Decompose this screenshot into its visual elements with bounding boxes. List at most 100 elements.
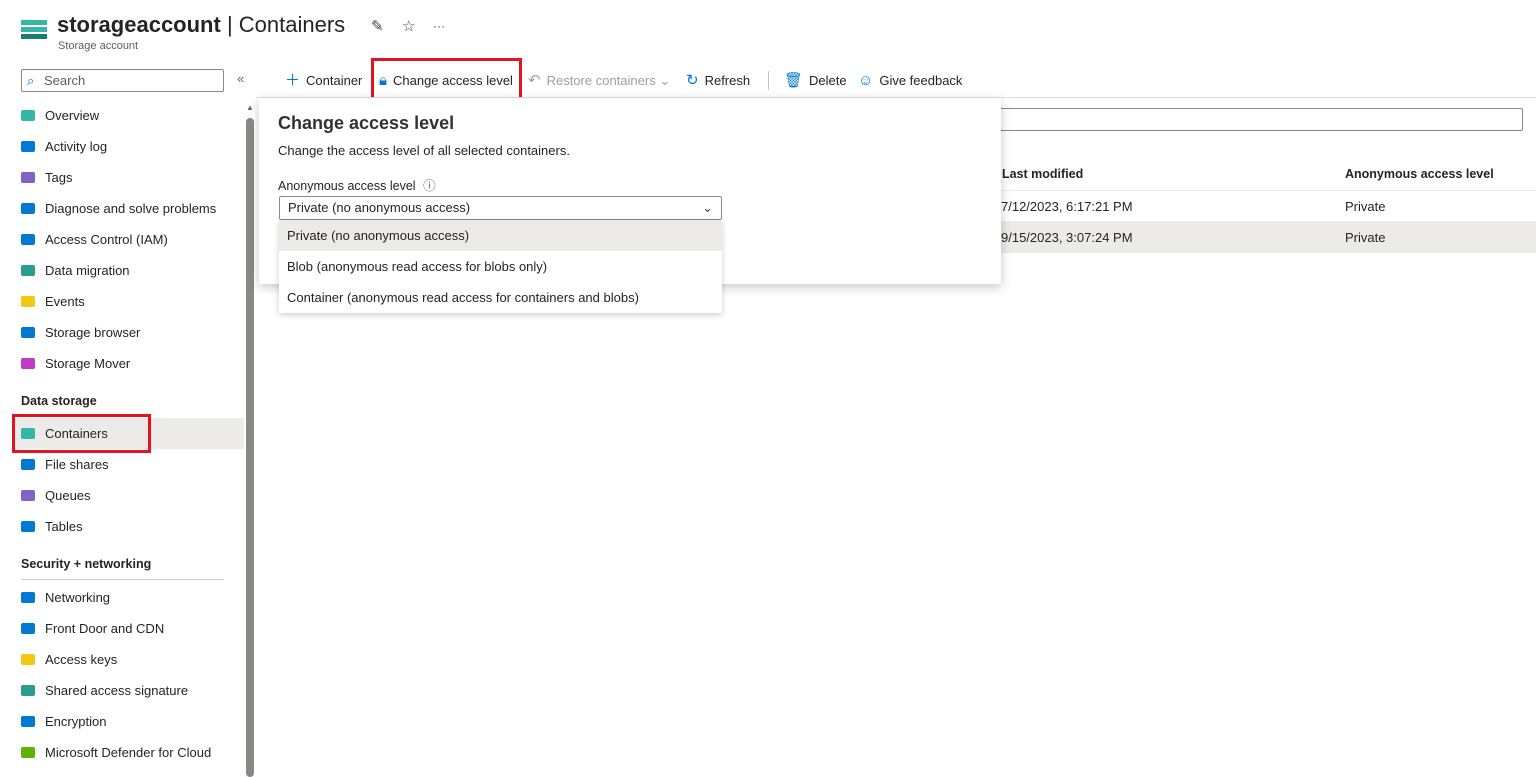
sidebar-item-activity-log[interactable]: Activity log bbox=[12, 131, 244, 162]
sidebar-item-data-migration[interactable]: Data migration bbox=[12, 255, 244, 286]
cell-access-level: Private bbox=[1345, 199, 1386, 214]
info-icon[interactable]: ⓘ bbox=[423, 179, 436, 193]
sidebar-item-queues[interactable]: Queues bbox=[12, 480, 244, 511]
sidebar-item-label: Queues bbox=[45, 488, 91, 503]
table-row[interactable]: 9/15/2023, 3:07:24 PM Private bbox=[1000, 222, 1536, 253]
option-private[interactable]: Private (no anonymous access) bbox=[279, 220, 722, 251]
sidebar-item-label: Data migration bbox=[45, 263, 130, 278]
sidebar-item-front-door-and-cdn[interactable]: Front Door and CDN bbox=[12, 613, 244, 644]
highlight-containers bbox=[12, 414, 151, 453]
networking-icon bbox=[21, 592, 35, 603]
search-icon: ⌕ bbox=[27, 73, 35, 88]
microsoft-defender-for-cloud-icon bbox=[21, 747, 35, 758]
sidebar-item-diagnose-and-solve-problems[interactable]: Diagnose and solve problems bbox=[12, 193, 244, 224]
sidebar-item-label: Microsoft Defender for Cloud bbox=[45, 745, 212, 760]
add-container-button[interactable]: ＋ Container bbox=[285, 71, 362, 91]
sidebar-item-label: Shared access signature bbox=[45, 683, 189, 698]
sidebar-item-storage-mover[interactable]: Storage Mover bbox=[12, 348, 244, 379]
sidebar-item-microsoft-defender-for-cloud[interactable]: Microsoft Defender for Cloud bbox=[12, 737, 244, 768]
collapse-sidebar-button[interactable]: « bbox=[237, 71, 244, 86]
highlight-change-access bbox=[371, 58, 522, 102]
pin-icon[interactable]: ✎ bbox=[371, 17, 384, 35]
panel-title: Change access level bbox=[278, 113, 455, 133]
field-label: Anonymous access level ⓘ bbox=[278, 179, 436, 193]
trash-icon: 🗑︎ bbox=[784, 72, 804, 89]
page-title: storageaccount | Containers bbox=[57, 12, 346, 37]
access-keys-icon bbox=[21, 654, 35, 665]
star-icon[interactable]: ☆ bbox=[402, 17, 415, 35]
front-door-and-cdn-icon bbox=[21, 623, 35, 634]
sidebar-item-tables[interactable]: Tables bbox=[12, 511, 244, 542]
tags-icon bbox=[21, 172, 35, 183]
panel-description: Change the access level of all selected … bbox=[278, 143, 570, 158]
section-heading-security: Security + networking bbox=[21, 557, 152, 571]
sidebar-item-shared-access-signature[interactable]: Shared access signature bbox=[12, 675, 244, 706]
sidebar-item-label: Overview bbox=[45, 108, 100, 123]
option-blob[interactable]: Blob (anonymous read access for blobs on… bbox=[279, 251, 722, 282]
sidebar-item-overview[interactable]: Overview bbox=[12, 100, 244, 131]
overview-icon bbox=[21, 110, 35, 121]
access-control-iam-icon bbox=[21, 234, 35, 245]
cell-last-modified: 9/15/2023, 3:07:24 PM bbox=[1001, 230, 1133, 245]
shared-access-signature-icon bbox=[21, 685, 35, 696]
more-icon[interactable]: ··· bbox=[433, 19, 445, 33]
sidebar-item-access-keys[interactable]: Access keys bbox=[12, 644, 244, 675]
restore-containers-button[interactable]: ↶ Restore containers ⌄ bbox=[528, 71, 670, 91]
give-feedback-button[interactable]: ☺ Give feedback bbox=[858, 71, 962, 91]
sidebar-item-label: Diagnose and solve problems bbox=[45, 201, 217, 216]
storage-account-icon bbox=[21, 20, 47, 40]
divider bbox=[21, 579, 224, 580]
sidebar-item-label: Activity log bbox=[45, 139, 108, 154]
sidebar-item-file-shares[interactable]: File shares bbox=[12, 449, 244, 480]
chevron-down-icon: ⌄ bbox=[702, 200, 713, 215]
events-icon bbox=[21, 296, 35, 307]
sidebar-scrollbar[interactable] bbox=[246, 118, 254, 777]
queues-icon bbox=[21, 490, 35, 501]
access-level-options: Private (no anonymous access) Blob (anon… bbox=[279, 220, 722, 313]
cell-last-modified: 7/12/2023, 6:17:21 PM bbox=[1001, 199, 1133, 214]
sidebar-item-label: Storage browser bbox=[45, 325, 141, 340]
file-shares-icon bbox=[21, 459, 35, 470]
option-container[interactable]: Container (anonymous read access for con… bbox=[279, 282, 722, 313]
sidebar-item-label: Tags bbox=[45, 170, 73, 185]
data-migration-icon bbox=[21, 265, 35, 276]
scroll-up-arrow[interactable]: ▲ bbox=[246, 103, 254, 112]
undo-icon: ↶ bbox=[528, 72, 541, 89]
chevron-down-icon: ⌄ bbox=[659, 73, 671, 88]
refresh-icon: ↻ bbox=[686, 72, 699, 89]
sidebar-item-label: Events bbox=[45, 294, 85, 309]
sidebar-item-encryption[interactable]: Encryption bbox=[12, 706, 244, 737]
tables-icon bbox=[21, 521, 35, 532]
storage-browser-icon bbox=[21, 327, 35, 338]
sidebar-search-input[interactable]: ⌕ Search bbox=[21, 69, 224, 92]
access-level-dropdown[interactable]: Private (no anonymous access) ⌄ bbox=[279, 196, 722, 220]
page-subtitle: Storage account bbox=[58, 40, 139, 52]
section-heading-data-storage: Data storage bbox=[21, 394, 97, 408]
feedback-icon: ☺ bbox=[858, 72, 874, 89]
delete-button[interactable]: 🗑︎ Delete bbox=[784, 71, 847, 91]
sidebar-item-label: Access keys bbox=[45, 652, 118, 667]
column-header-last-modified[interactable]: Last modified bbox=[1002, 167, 1083, 181]
table-row[interactable]: 7/12/2023, 6:17:21 PM Private bbox=[1000, 191, 1536, 222]
sidebar-item-label: File shares bbox=[45, 457, 109, 472]
activity-log-icon bbox=[21, 141, 35, 152]
sidebar-item-storage-browser[interactable]: Storage browser bbox=[12, 317, 244, 348]
plus-icon: ＋ bbox=[285, 72, 301, 89]
storage-mover-icon bbox=[21, 358, 35, 369]
sidebar-item-tags[interactable]: Tags bbox=[12, 162, 244, 193]
refresh-button[interactable]: ↻ Refresh bbox=[686, 71, 750, 91]
column-header-access-level[interactable]: Anonymous access level bbox=[1345, 167, 1494, 181]
sidebar-item-networking[interactable]: Networking bbox=[12, 582, 244, 613]
encryption-icon bbox=[21, 716, 35, 727]
sidebar-item-access-control-iam[interactable]: Access Control (IAM) bbox=[12, 224, 244, 255]
sidebar-item-label: Encryption bbox=[45, 714, 107, 729]
sidebar-item-label: Tables bbox=[45, 519, 83, 534]
sidebar-item-events[interactable]: Events bbox=[12, 286, 244, 317]
filter-input[interactable] bbox=[1000, 108, 1523, 131]
sidebar-item-label: Front Door and CDN bbox=[45, 621, 165, 636]
diagnose-and-solve-problems-icon bbox=[21, 203, 35, 214]
sidebar-item-label: Storage Mover bbox=[45, 356, 131, 371]
sidebar-item-label: Networking bbox=[45, 590, 111, 605]
toolbar-separator bbox=[768, 71, 769, 90]
cell-access-level: Private bbox=[1345, 230, 1386, 245]
